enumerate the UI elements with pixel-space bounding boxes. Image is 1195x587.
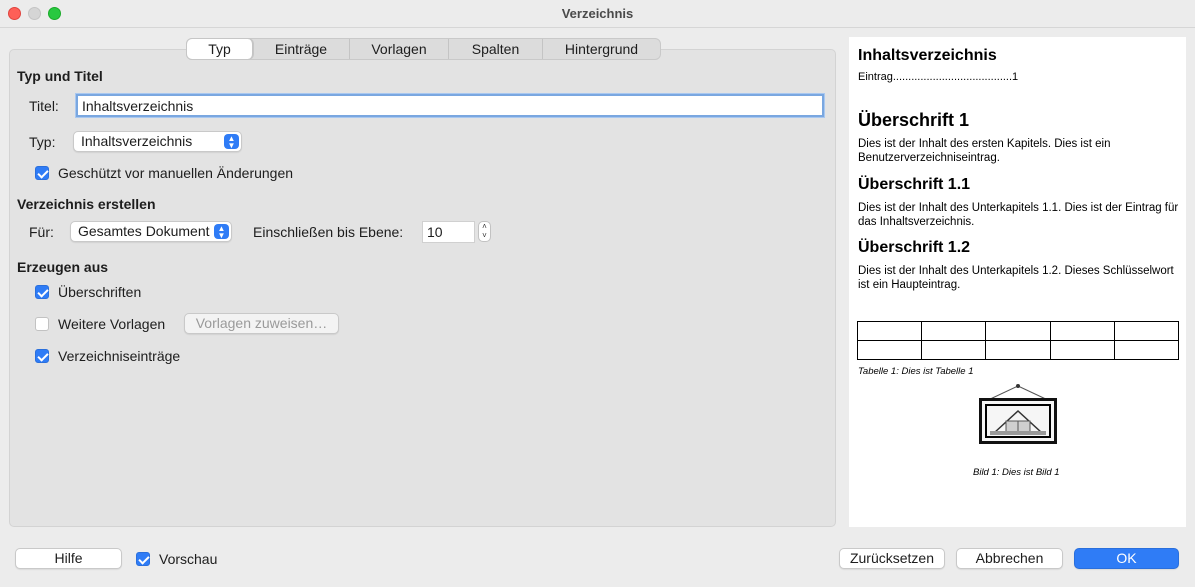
preview-heading-1-2: Überschrift 1.2: [858, 239, 971, 256]
tab-eintraege[interactable]: Einträge: [253, 39, 350, 59]
level-input[interactable]: [422, 221, 475, 243]
preview-toc-entry: Eintrag.................................…: [858, 71, 1019, 83]
type-title-heading: Typ und Titel: [17, 68, 103, 84]
assign-styles-button[interactable]: Vorlagen zuweisen…: [184, 313, 339, 334]
more-styles-label: Weitere Vorlagen: [58, 316, 166, 332]
reset-button[interactable]: Zurücksetzen: [839, 548, 945, 569]
level-stepper[interactable]: ˄ ˅: [478, 221, 491, 242]
preview-checkbox[interactable]: [136, 552, 150, 566]
tab-bar: Typ Einträge Vorlagen Spalten Hintergrun…: [186, 38, 661, 60]
title-label: Titel:: [29, 98, 59, 114]
type-select-value: Inhaltsverzeichnis: [81, 133, 193, 149]
scope-select[interactable]: Gesamtes Dokument ▲ ▼: [70, 221, 232, 242]
preview-table: [856, 321, 1180, 360]
ok-button[interactable]: OK: [1074, 548, 1179, 569]
tab-vorlagen[interactable]: Vorlagen: [350, 39, 449, 59]
framed-picture-icon: [979, 384, 1057, 444]
preview-paragraph-1-2: Dies ist der Inhalt des Unterkapitels 1.…: [858, 265, 1174, 291]
preview-image-caption: Bild 1: Dies ist Bild 1: [973, 467, 1060, 478]
tab-hintergrund[interactable]: Hintergrund: [543, 39, 660, 59]
level-label: Einschließen bis Ebene:: [253, 224, 404, 240]
generate-from-heading: Erzeugen aus: [17, 259, 109, 275]
headings-checkbox[interactable]: [35, 285, 49, 299]
select-arrows-icon: ▲ ▼: [214, 224, 229, 240]
preview-paragraph-1: Dies ist der Inhalt des ersten Kapitels.…: [858, 138, 1111, 164]
index-entries-label: Verzeichniseinträge: [58, 348, 181, 364]
scope-select-value: Gesamtes Dokument: [78, 223, 210, 239]
tab-spalten[interactable]: Spalten: [449, 39, 543, 59]
preview-label: Vorschau: [159, 551, 218, 567]
select-arrows-icon: ▲ ▼: [224, 134, 239, 150]
index-entries-checkbox[interactable]: [35, 349, 49, 363]
create-index-heading: Verzeichnis erstellen: [17, 196, 156, 212]
type-label: Typ:: [29, 134, 56, 150]
preview-pane: Inhaltsverzeichnis Eintrag..............…: [849, 37, 1186, 527]
more-styles-checkbox[interactable]: [35, 317, 49, 331]
preview-heading-1-1: Überschrift 1.1: [858, 176, 971, 193]
protected-label: Geschützt vor manuellen Änderungen: [58, 165, 294, 181]
title-bar: Verzeichnis: [0, 0, 1195, 28]
preview-paragraph-1-1: Dies ist der Inhalt des Unterkapitels 1.…: [858, 202, 1179, 228]
preview-table-caption: Tabelle 1: Dies ist Tabelle 1: [858, 366, 974, 377]
type-select[interactable]: Inhaltsverzeichnis ▲ ▼: [73, 131, 242, 152]
window-title: Verzeichnis: [561, 6, 634, 21]
tab-typ[interactable]: Typ: [187, 39, 253, 59]
protected-checkbox[interactable]: [35, 166, 49, 180]
preview-heading-1: Überschrift 1: [858, 110, 970, 130]
for-label: Für:: [29, 224, 54, 240]
cancel-button[interactable]: Abbrechen: [956, 548, 1063, 569]
title-input[interactable]: [75, 93, 825, 118]
help-button[interactable]: Hilfe: [15, 548, 122, 569]
headings-label: Überschriften: [58, 284, 142, 300]
preview-toc-title: Inhaltsverzeichnis: [858, 47, 997, 64]
